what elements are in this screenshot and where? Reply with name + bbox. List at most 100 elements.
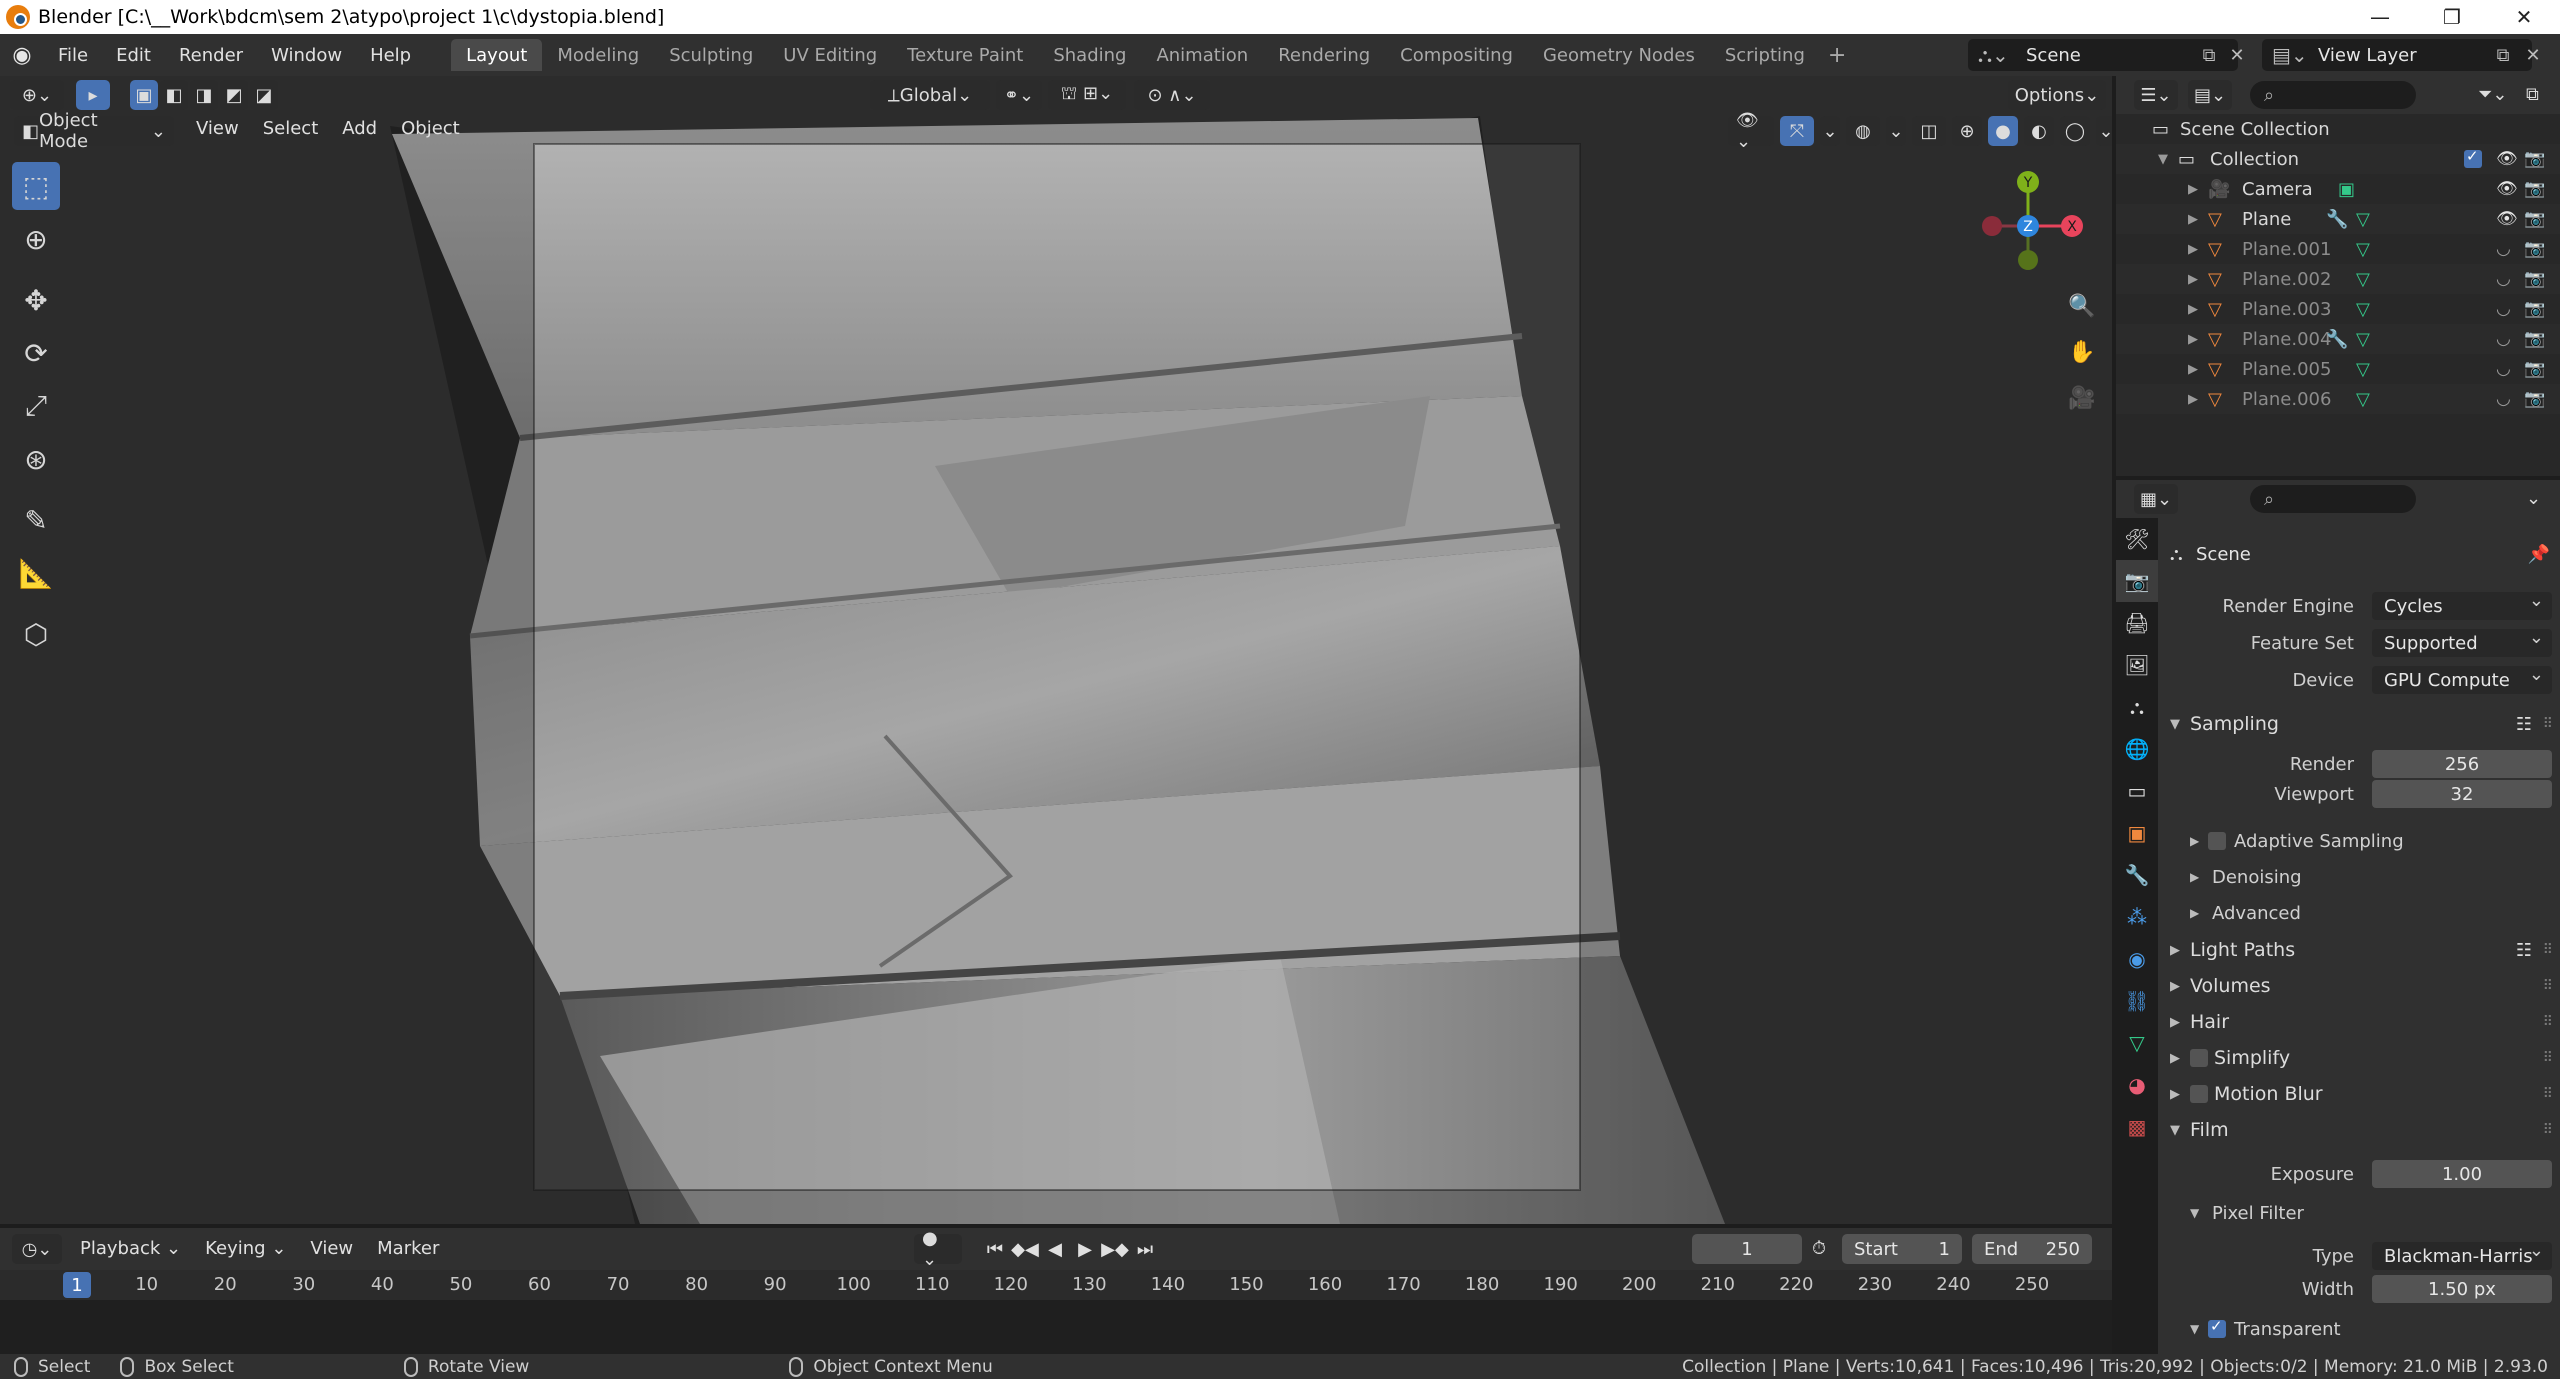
- tab-sculpting[interactable]: Sculpting: [654, 39, 768, 71]
- properties-search-input[interactable]: ⌕: [2250, 485, 2416, 513]
- gizmo-dropdown-icon[interactable]: ⌄: [1820, 116, 1840, 146]
- modifier-icon[interactable]: 🔧: [2326, 329, 2348, 350]
- add-cube-icon[interactable]: ⬡: [12, 610, 60, 658]
- denoising-subpanel[interactable]: ▶ Denoising: [2158, 860, 2560, 894]
- render-tab-icon[interactable]: 📷: [2116, 560, 2158, 602]
- collection-tab-icon[interactable]: ▭: [2116, 770, 2158, 812]
- measure-icon[interactable]: 📐: [12, 549, 60, 597]
- menu-edit[interactable]: Edit: [102, 40, 165, 70]
- 3d-viewport[interactable]: ⊕⌄ ▸ ▣ ◧ ◨ ◩ ◪ ⟂ Global ⌄ ⚭⌄ ⛫ ⊞⌄ ⊙ ∧⌄ O…: [0, 76, 2112, 1224]
- expand-arrow-icon[interactable]: ▶: [2188, 212, 2198, 227]
- expand-arrow-icon[interactable]: ▶: [2188, 272, 2198, 287]
- outliner-object-row[interactable]: ▶ ▽ Plane 🔧 ▽ 👁 📷: [2116, 204, 2560, 234]
- timeline-ruler[interactable]: 1 10 20 30 40 50 60 70 80 90 100 110 120 130 140 150 16…: [0, 1270, 2112, 1300]
- collapse-arrow-icon[interactable]: ▼: [2158, 152, 2168, 167]
- outliner-collection[interactable]: ▼ ▭ Collection 👁 📷: [2116, 144, 2560, 174]
- timeline-editor[interactable]: ◷⌄ Playback ⌄ Keying ⌄ View Marker ● ⌄ ⏮…: [0, 1228, 2112, 1354]
- camera-data-icon[interactable]: ▣: [2338, 179, 2355, 200]
- gizmo-neg-x-axis[interactable]: [1982, 216, 2002, 236]
- zoom-icon[interactable]: 🔍: [2064, 288, 2100, 324]
- tab-shading[interactable]: Shading: [1038, 39, 1141, 71]
- drag-handle-icon[interactable]: ⠿: [2543, 1014, 2553, 1030]
- physics-tab-icon[interactable]: ◉: [2116, 938, 2158, 980]
- mesh-data-icon[interactable]: ▽: [2356, 239, 2370, 260]
- menu-render[interactable]: Render: [165, 40, 257, 70]
- material-tab-icon[interactable]: ◕: [2116, 1064, 2158, 1106]
- select-tool-icon[interactable]: ▸: [76, 80, 110, 110]
- collection-exclude-checkbox[interactable]: [2464, 147, 2482, 168]
- drag-handle-icon[interactable]: ⠿: [2543, 942, 2553, 958]
- play-reverse-icon[interactable]: ◀: [1042, 1234, 1068, 1264]
- tab-scripting[interactable]: Scripting: [1710, 39, 1820, 71]
- rendered-shading-icon[interactable]: ◯: [2060, 116, 2090, 146]
- menu-select[interactable]: Select: [251, 118, 331, 139]
- tab-uv-editing[interactable]: UV Editing: [768, 39, 892, 71]
- mesh-data-icon[interactable]: ▽: [2356, 299, 2370, 320]
- add-workspace-icon[interactable]: +: [1820, 43, 1854, 68]
- select-subtract-icon[interactable]: ◨: [190, 80, 218, 110]
- delete-scene-icon[interactable]: ✕: [2224, 42, 2250, 68]
- eye-closed-icon[interactable]: ◡: [2496, 389, 2511, 409]
- expand-arrow-icon[interactable]: ▶: [2188, 392, 2198, 407]
- mesh-data-icon[interactable]: ▽: [2356, 359, 2370, 380]
- solid-shading-icon[interactable]: ●: [1988, 116, 2018, 146]
- scale-icon[interactable]: ⤢: [12, 382, 60, 430]
- outliner-object-row[interactable]: ▶ ▽ Plane.004 🔧 ▽ ◡ 📷: [2116, 324, 2560, 354]
- eye-closed-icon[interactable]: ◡: [2496, 359, 2511, 379]
- outliner-object-row[interactable]: ▶ ▽ Plane.001 ▽ ◡ 📷: [2116, 234, 2560, 264]
- tab-compositing[interactable]: Compositing: [1385, 39, 1528, 71]
- cursor-icon[interactable]: ⊕: [12, 215, 60, 263]
- start-frame-field[interactable]: Start 1: [1842, 1234, 1962, 1264]
- tab-rendering[interactable]: Rendering: [1263, 39, 1385, 71]
- proportional-editing-icon[interactable]: ⊙ ∧⌄: [1134, 80, 1210, 110]
- outliner-search-input[interactable]: ⌕: [2250, 81, 2416, 109]
- current-frame-field[interactable]: 1: [1692, 1234, 1802, 1264]
- menu-window[interactable]: Window: [257, 40, 356, 70]
- snapping-icon[interactable]: ⛫ ⊞⌄: [1048, 80, 1126, 110]
- outliner-object-row[interactable]: ▶ ▽ Plane.006 ▽ ◡ 📷: [2116, 384, 2560, 414]
- navigation-gizmo[interactable]: Y X Z: [1970, 164, 2090, 284]
- expand-arrow-icon[interactable]: ▶: [2188, 302, 2198, 317]
- new-view-layer-icon[interactable]: ⧉: [2490, 42, 2516, 68]
- new-collection-icon[interactable]: ⧉: [2526, 84, 2539, 105]
- scene-tab-icon[interactable]: ⛬: [2116, 686, 2158, 728]
- eye-closed-icon[interactable]: ◡: [2496, 239, 2511, 259]
- tool-tab-icon[interactable]: 🛠: [2116, 518, 2158, 560]
- delete-view-layer-icon[interactable]: ✕: [2520, 42, 2546, 68]
- options-dropdown[interactable]: Options ⌄: [2008, 80, 2106, 110]
- menu-object[interactable]: Object: [389, 118, 472, 139]
- transform-orientation-dropdown[interactable]: ⟂ Global ⌄: [870, 80, 990, 110]
- light-paths-panel-header[interactable]: ▶ Light Paths ☷ ⠿: [2158, 932, 2560, 968]
- object-tab-icon[interactable]: ▣: [2116, 812, 2158, 854]
- pan-hand-icon[interactable]: ✋: [2064, 334, 2100, 370]
- new-scene-icon[interactable]: ⧉: [2196, 42, 2222, 68]
- move-icon[interactable]: ✥: [12, 276, 60, 324]
- sampling-panel-header[interactable]: ▼ Sampling ☷ ⠿: [2158, 706, 2560, 742]
- camera-view-icon[interactable]: 🎥: [2064, 380, 2100, 416]
- motion-blur-panel-header[interactable]: ▶ Motion Blur ⠿: [2158, 1076, 2560, 1112]
- viewport-scene[interactable]: [0, 76, 2112, 1224]
- render-camera-icon[interactable]: 📷: [2524, 389, 2545, 409]
- overlays-dropdown-icon[interactable]: ⌄: [1886, 116, 1906, 146]
- jump-start-icon[interactable]: ⏮: [982, 1234, 1008, 1264]
- menu-playback[interactable]: Playback ⌄: [68, 1238, 193, 1259]
- drag-handle-icon[interactable]: ⠿: [2543, 978, 2553, 994]
- data-tab-icon[interactable]: ▽: [2116, 1022, 2158, 1064]
- menu-marker[interactable]: Marker: [365, 1238, 451, 1259]
- simplify-checkbox[interactable]: [2190, 1049, 2208, 1067]
- menu-help[interactable]: Help: [356, 40, 425, 70]
- render-camera-icon[interactable]: 📷: [2524, 209, 2545, 229]
- blender-menu-icon[interactable]: ◉: [0, 34, 44, 76]
- render-camera-icon[interactable]: 📷: [2524, 329, 2545, 349]
- film-panel-header[interactable]: ▼ Film ⠿: [2158, 1112, 2560, 1148]
- constraints-tab-icon[interactable]: ⛓: [2116, 980, 2158, 1022]
- play-icon[interactable]: ▶: [1072, 1234, 1098, 1264]
- mesh-data-icon[interactable]: ▽: [2356, 389, 2370, 410]
- visibility-icon[interactable]: 👁⌄: [1728, 110, 1774, 152]
- current-frame-marker[interactable]: 1: [63, 1272, 91, 1298]
- render-camera-icon[interactable]: 📷: [2524, 359, 2545, 379]
- feature-set-dropdown[interactable]: Supported: [2372, 627, 2552, 657]
- display-mode-icon[interactable]: ▤⌄: [2188, 80, 2232, 110]
- gizmo-toggle-icon[interactable]: ⤧: [1780, 116, 1814, 146]
- device-dropdown[interactable]: GPU Compute: [2372, 664, 2552, 694]
